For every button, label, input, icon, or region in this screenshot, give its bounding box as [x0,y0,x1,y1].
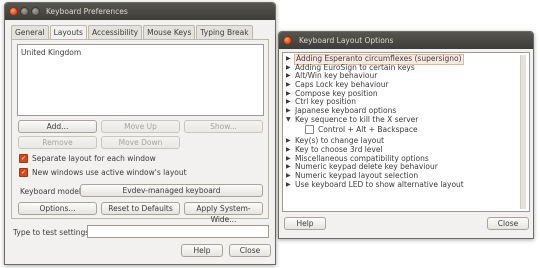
tree-item-label: Key sequence to kill the X server [295,114,419,124]
tree-item[interactable]: ▶ Use keyboard LED to show alternative la… [286,179,529,190]
maximize-window-icon[interactable] [31,7,40,16]
test-settings-input[interactable] [87,225,269,238]
tab-layouts[interactable]: Layouts [49,25,87,40]
checkbox-icon: ✓ [305,125,314,135]
layouts-panel: United Kingdom Add... Move Up Show... Re… [11,39,269,224]
tab-mouse-keys[interactable]: Mouse Keys [143,25,196,39]
new-windows-label: New windows use active window's layout [32,168,187,177]
tree-item-label: Use keyboard LED to show alternative lay… [295,179,464,189]
separate-layout-checkbox[interactable]: ✓ Separate layout for each window [19,154,156,163]
collapsed-arrow-icon[interactable]: ▶ [286,72,295,81]
close-window-icon[interactable] [9,7,18,16]
tree-subitem-checkbox[interactable]: ✓ Control + Alt + Backspace [286,124,529,135]
move-down-button[interactable]: Move Down [101,136,180,149]
collapsed-arrow-icon[interactable]: ▶ [286,155,295,164]
checkbox-icon: ✓ [19,154,28,163]
collapsed-arrow-icon[interactable]: ▶ [286,146,295,155]
tab-typing-break[interactable]: Typing Break [196,25,253,39]
options-button[interactable]: Options... [18,202,97,215]
help-button[interactable]: Help [181,244,223,257]
collapsed-arrow-icon[interactable]: ▶ [286,107,295,116]
options-help-button[interactable]: Help [284,217,326,230]
prefs-tabs: General Layouts Accessibility Mouse Keys… [11,25,254,40]
keyboard-model-button[interactable]: Evdev-managed keyboard [80,184,263,197]
options-close-button[interactable]: Close [487,217,529,230]
collapsed-arrow-icon[interactable]: ▶ [286,181,295,190]
collapsed-arrow-icon[interactable]: ▶ [286,163,295,172]
prefs-window-title: Keyboard Preferences [46,7,128,16]
tab-accessibility[interactable]: Accessibility [87,25,143,39]
move-up-button[interactable]: Move Up [101,120,180,133]
options-window-title: Keyboard Layout Options [299,36,394,45]
collapsed-arrow-icon[interactable]: ▶ [286,55,295,64]
layouts-list[interactable]: United Kingdom [17,44,264,116]
minimize-window-icon[interactable] [20,7,29,16]
options-scrollbar[interactable] [520,55,526,209]
collapsed-arrow-icon[interactable]: ▶ [286,64,295,73]
checkbox-icon: ✓ [19,168,28,177]
collapsed-arrow-icon[interactable]: ▶ [286,90,295,99]
show-button[interactable]: Show... [184,120,263,133]
tab-general[interactable]: General [11,25,49,39]
close-button[interactable]: Close [229,244,271,257]
new-windows-checkbox[interactable]: ✓ New windows use active window's layout [19,168,187,177]
collapsed-arrow-icon[interactable]: ▶ [286,81,295,90]
separate-layout-label: Separate layout for each window [32,154,156,163]
tree-item[interactable]: ▼ Key sequence to kill the X server [286,114,529,125]
reset-defaults-button[interactable]: Reset to Defaults [101,202,180,215]
keyboard-preferences-window: Keyboard Preferences General Layouts Acc… [4,2,276,265]
add-layout-button[interactable]: Add... [18,120,97,133]
list-item[interactable]: United Kingdom [18,45,263,60]
options-titlebar: Keyboard Layout Options [279,32,533,49]
collapsed-arrow-icon[interactable]: ▶ [286,98,295,107]
expanded-arrow-icon[interactable]: ▼ [286,116,295,125]
options-tree[interactable]: ▶ Adding Esperanto circumflexes (supersig… [282,52,530,212]
layout-options-window: Keyboard Layout Options ▶ Adding Esperant… [278,31,534,239]
prefs-titlebar: Keyboard Preferences [5,3,275,20]
options-tree-items: ▶ Adding Esperanto circumflexes (supersig… [286,54,529,190]
collapsed-arrow-icon[interactable]: ▶ [286,137,295,146]
close-window-icon[interactable] [283,36,292,45]
tree-subitem-label: Control + Alt + Backspace [318,124,418,134]
apply-system-wide-button[interactable]: Apply System-Wide... [184,202,263,224]
remove-button[interactable]: Remove [18,136,97,149]
keyboard-model-label: Keyboard model: [20,187,84,196]
collapsed-arrow-icon[interactable]: ▶ [286,172,295,181]
test-settings-label: Type to test settings: [13,228,92,237]
